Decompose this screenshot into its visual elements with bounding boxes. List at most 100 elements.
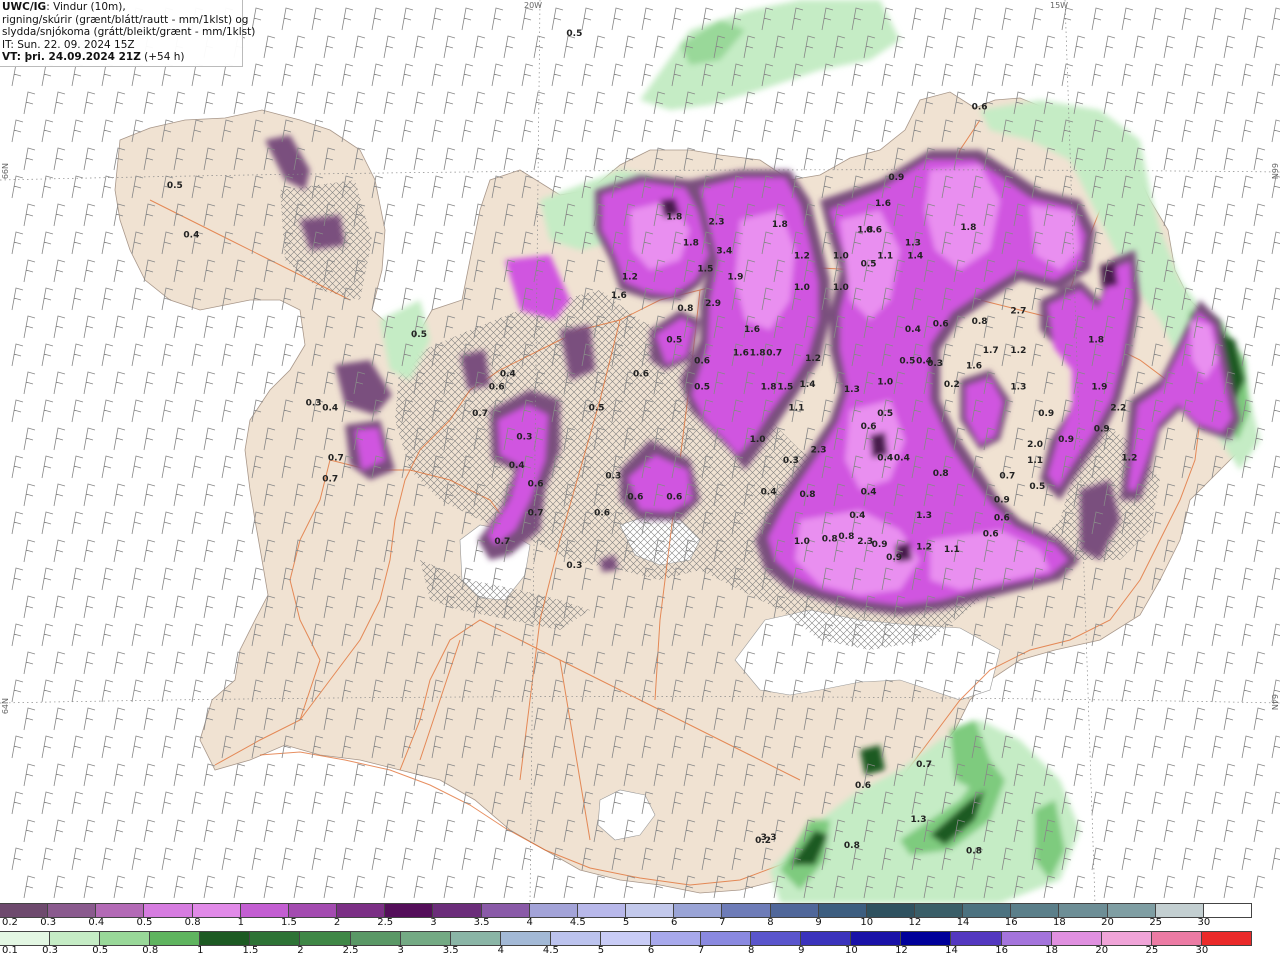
legend-snow-tick-label: 14 [956,917,970,928]
precip-value-label: 0.7 [494,537,510,547]
precip-value-label: 1.0 [877,377,893,387]
precip-value-label: 1.1 [788,404,804,414]
legend-snow-tick-label: 30 [1197,917,1211,928]
legend-rain-swatch [400,932,451,945]
precip-value-label: 1.8 [683,239,699,249]
precip-value-label: 0.9 [888,173,904,183]
precip-value-label: 0.5 [167,181,183,191]
legend-rain-swatch [250,932,301,945]
legend-snow-tick-label: 10 [860,917,874,928]
legend-rain-swatch [50,932,101,945]
precip-value-label: 1.8 [666,212,682,222]
legend-snow-swatches [0,903,1253,918]
precip-value-label: 2.3 [709,218,725,228]
legend-snow-swatch [1107,904,1156,917]
legend-rain-swatch [200,932,251,945]
legend-rain-tick-label: 3.5 [442,945,459,956]
legend-snow-tick-label: 18 [1053,917,1066,928]
precip-value-label: 1.3 [905,239,921,249]
precip-value-label: 0.5 [694,383,710,393]
precip-value-label: 0.6 [933,320,949,330]
precip-value-label: 0.5 [861,260,877,270]
precip-value-label: 0.7 [999,472,1015,482]
legend-snow-swatch [481,904,530,917]
legend-rain-swatch [1001,932,1052,945]
forecast-map[interactable]: 0.5 0.6 0.5 0.4 0.9 1.6 1.8 1.3 1.1 1.8 2.3 1.8 1.5 3… [0,0,1280,903]
legend-rain-swatch [350,932,401,945]
legend-rain-tick-label: 30 [1195,945,1209,956]
precip-value-label: 1.2 [1010,346,1026,356]
legend-rain-swatch [751,932,802,945]
precip-value-label: 1.0 [794,537,810,547]
precip-value-label: 1.1 [1027,456,1043,466]
precip-value-label: 0.2 [944,380,960,390]
legend-snow-tick-label: 7 [719,917,726,928]
precip-value-label: 0.7 [328,453,344,463]
product-name: UWC/IG [2,1,47,13]
legend-rain-swatch [901,932,952,945]
precip-value-label: 0.5 [877,409,893,419]
precip-value-label: 1.8 [750,349,766,359]
precip-value-label: 1.4 [800,380,816,390]
legend-rain-swatch [300,932,351,945]
precip-value-label: 0.6 [594,508,610,518]
legend-snow-swatch [722,904,771,917]
precip-value-label: 0.3 [927,359,943,369]
legend-snow-tick-label: 0.4 [88,917,105,928]
legend-snow-tick-label: 1.5 [280,917,297,928]
legend-rain-swatch [801,932,852,945]
precip-value-label: 0.8 [838,532,854,542]
legend-rain-tick-label: 9 [798,945,805,956]
precip-value-label: 3.3 [761,833,777,843]
legend-snow-swatch [818,904,867,917]
precip-value-label: 0.9 [872,540,888,550]
precip-value-label: 0.8 [800,490,816,500]
precip-value-label: 0.4 [761,487,777,497]
precip-value-label: 0.4 [500,370,516,380]
precip-value-label: 0.6 [489,383,505,393]
precip-value-label: 0.3 [605,472,621,482]
precip-value-label: 0.4 [894,453,910,463]
legend-snow-tick-label: 16 [1004,917,1018,928]
map-canvas[interactable]: 0.50.60.50.40.91.61.81.31.11.82.31.81.53… [0,0,1280,903]
legend-snow-swatch [337,904,386,917]
precip-value-label: 0.4 [183,231,199,241]
legend-snow-tick-label: 3.5 [473,917,490,928]
legend-snow-tick-label: 20 [1101,917,1114,928]
legend-snow-swatch [626,904,675,917]
legend-snow-tick-label: 8 [767,917,774,928]
precip-value-label: 0.7 [322,474,338,484]
legend-snow-swatch [963,904,1012,917]
precip-value-label: 1.8 [761,383,777,393]
precip-value-label: 0.3 [783,456,799,466]
legend-rain-tick-label: 20 [1095,945,1109,956]
legend-snow-tick-label: 4.5 [569,917,586,928]
legend-rain-swatch [450,932,501,945]
legend-rain-tick-label: 0.3 [42,945,59,956]
legend-rain-tick-label: 4 [497,945,504,956]
precip-value-label: 0.6 [994,514,1010,524]
precip-value-label: 1.4 [907,252,923,262]
precip-value-label: 0.5 [666,335,682,345]
legend-rain-tick-label: 6 [647,945,655,956]
precip-value-label: 1.8 [960,223,976,233]
precip-value-label: 0.4 [509,461,525,471]
precip-value-label: 0.4 [849,511,865,521]
legend-rain-tick-label: 3 [397,945,404,956]
legend-rain-swatch [1201,932,1252,945]
legend-snow-tick-label: 2.5 [377,917,394,928]
legend-rain-swatch [100,932,151,945]
precip-value-label: 1.0 [750,435,766,445]
precip-value-label: 1.2 [805,354,821,364]
precip-value-label: 0.6 [528,480,544,490]
legend-snow-swatch [770,904,819,917]
precip-value-label: 2.9 [705,299,721,309]
legend-rain-tick-label: 5 [597,945,605,956]
precip-value-label: 1.1 [944,545,960,555]
precip-value-label: 0.5 [1029,482,1045,492]
legend-snow-swatch [192,904,241,917]
precip-value-label: 1.5 [777,383,793,393]
legend-rain-swatch [150,932,201,945]
precip-value-label: 1.6 [966,362,982,372]
legend-rain-tick-label: 25 [1145,945,1159,956]
